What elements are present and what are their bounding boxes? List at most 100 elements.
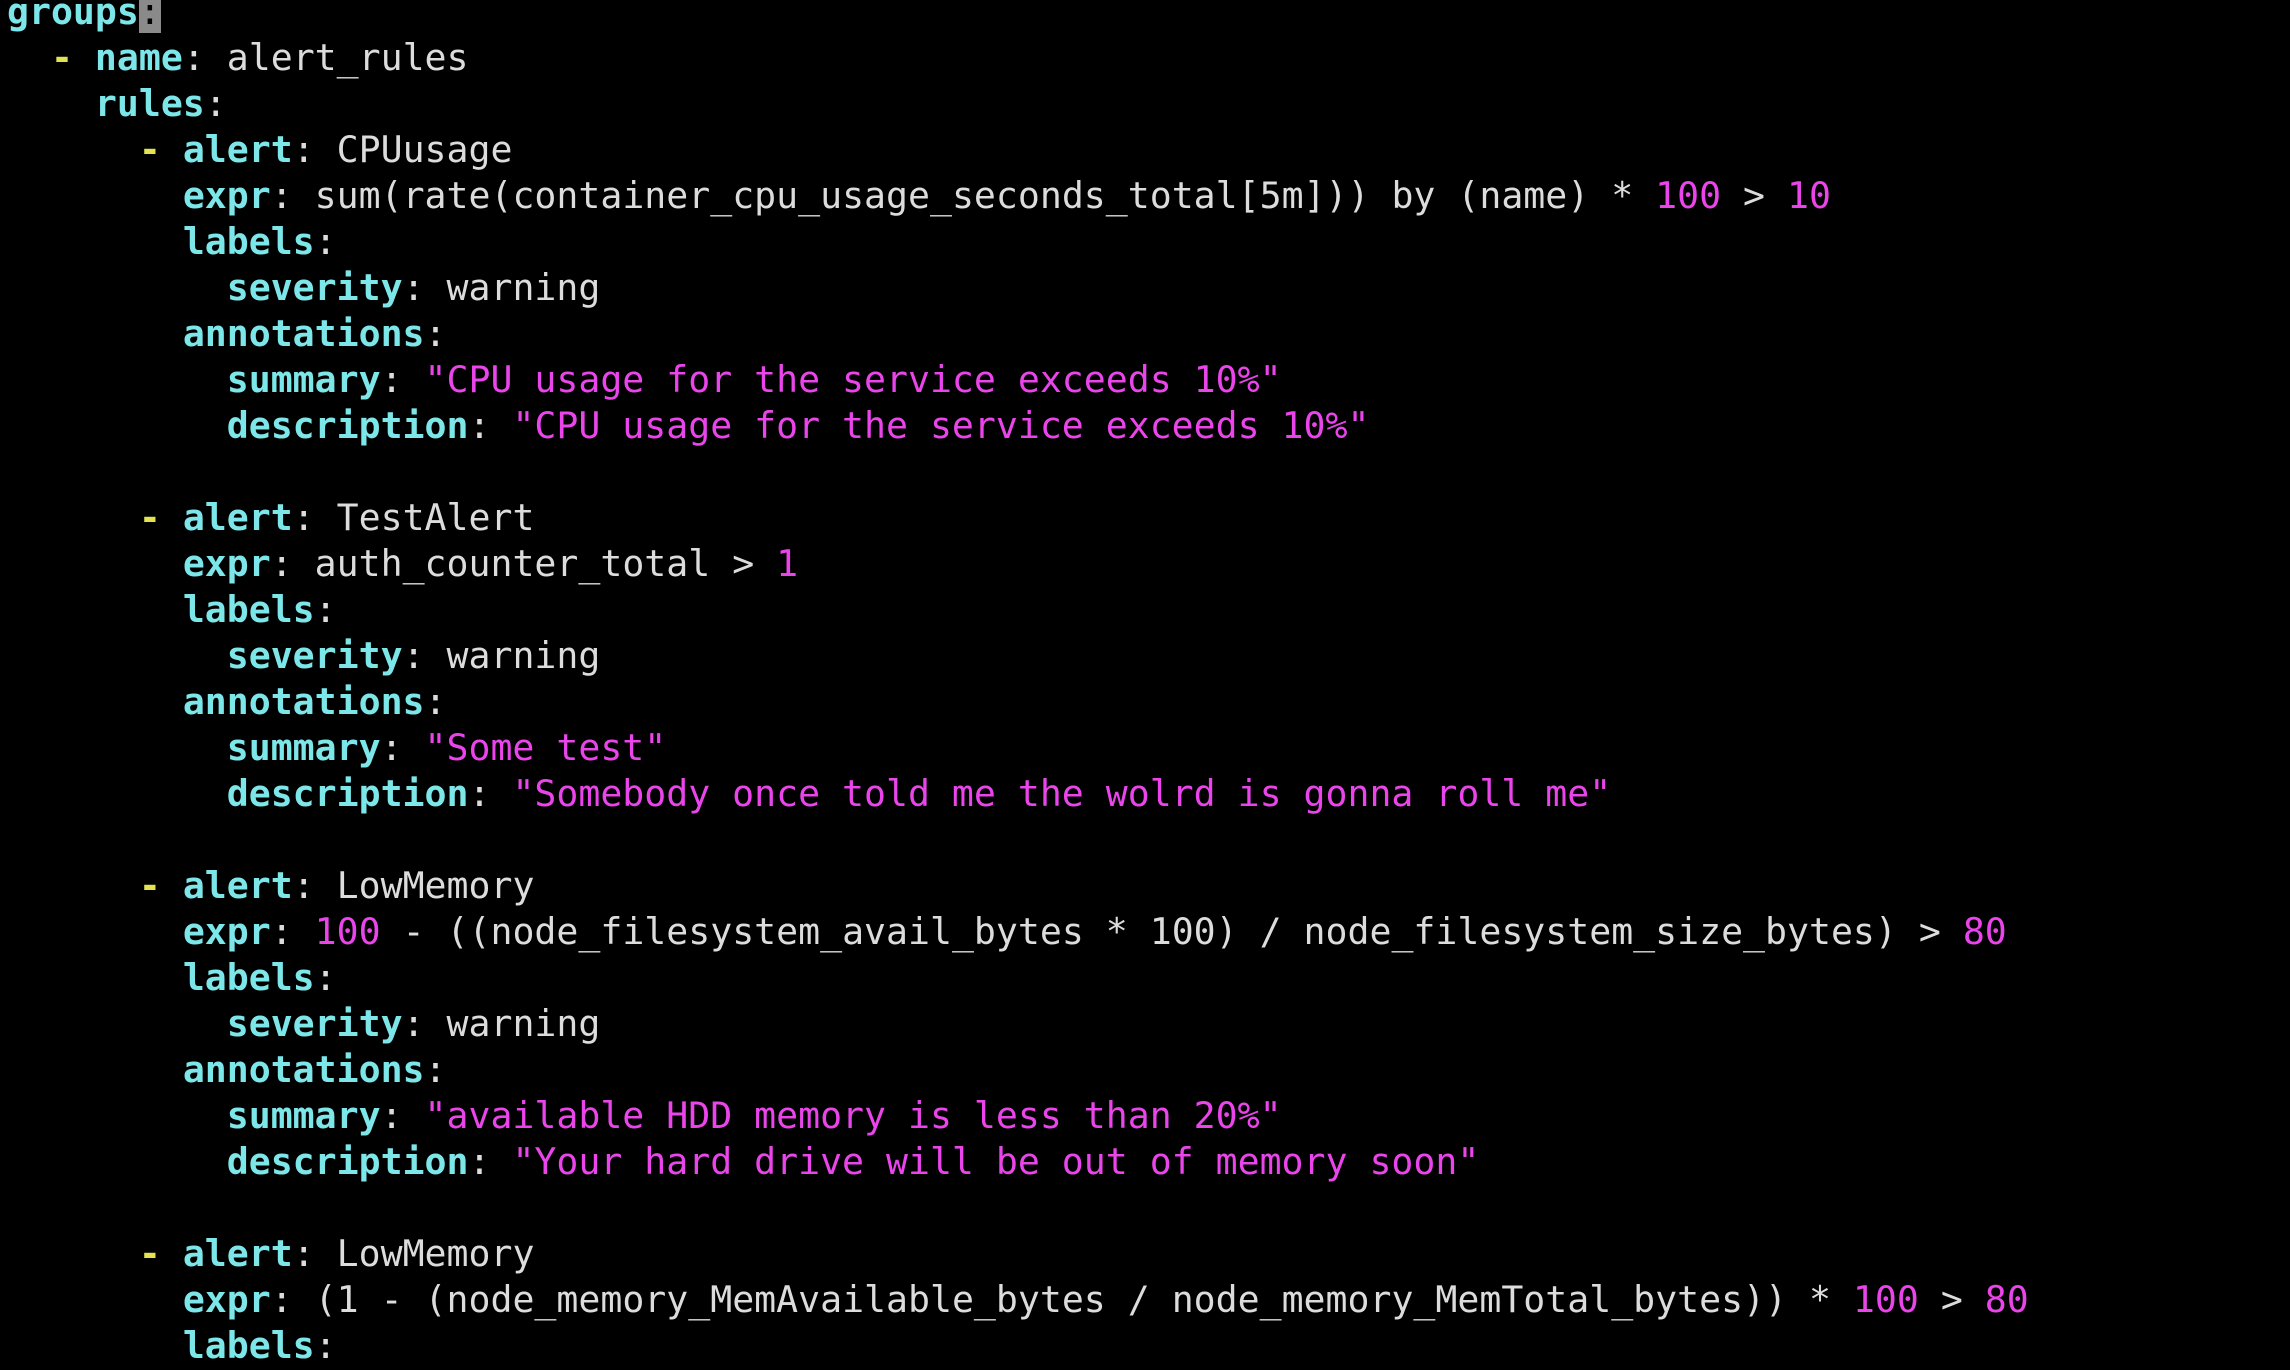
yaml-key: expr <box>182 1278 271 1321</box>
text-cursor: : <box>138 0 161 33</box>
key-separator: : <box>270 1278 315 1321</box>
yaml-key: labels <box>182 956 315 999</box>
string-value: "Somebody once told me the wolrd is gonn… <box>512 772 1612 815</box>
code-line[interactable]: labels: <box>7 219 337 265</box>
code-line[interactable]: - alert: LowMemory <box>7 863 535 909</box>
yaml-key: name <box>94 36 183 79</box>
code-line[interactable]: annotations: <box>7 311 447 357</box>
plain-value: > <box>1918 1278 1985 1321</box>
code-line[interactable]: - name: alert_rules <box>7 35 469 81</box>
yaml-key: description <box>226 1140 469 1183</box>
number-token: 100 <box>1852 1278 1919 1321</box>
yaml-key: summary <box>226 358 381 401</box>
yaml-key: annotations <box>182 312 425 355</box>
code-line[interactable]: annotations: <box>7 679 447 725</box>
yaml-key: alert <box>182 864 293 907</box>
code-line[interactable]: severity: warning <box>7 633 601 679</box>
code-line[interactable]: expr: (1 - (node_memory_MemAvailable_byt… <box>7 1277 2029 1323</box>
code-line[interactable]: - alert: LowMemory <box>7 1231 535 1277</box>
key-separator: : <box>468 1140 513 1183</box>
yaml-key: labels <box>182 588 315 631</box>
yaml-key: alert <box>182 496 293 539</box>
code-line[interactable]: description: "CPU usage for the service … <box>7 403 1370 449</box>
yaml-key: summary <box>226 726 381 769</box>
key-separator: : <box>380 358 425 401</box>
code-line[interactable]: groups: <box>7 0 161 35</box>
yaml-key: labels <box>182 220 315 263</box>
number-token: 10 <box>1787 174 1831 217</box>
terminal-editor[interactable]: groups: - name: alert_rules rules: - ale… <box>0 0 2290 1370</box>
plain-value: alert_rules <box>226 36 469 79</box>
code-line[interactable]: rules: <box>7 81 227 127</box>
code-line[interactable]: summary: "available HDD memory is less t… <box>7 1093 1282 1139</box>
list-dash: - <box>50 36 95 79</box>
code-line[interactable]: summary: "CPU usage for the service exce… <box>7 357 1282 403</box>
code-line[interactable]: severity: warning <box>7 1001 601 1047</box>
key-separator: : <box>292 864 337 907</box>
key-separator: : <box>424 312 447 355</box>
code-line[interactable]: - alert: TestAlert <box>7 495 535 541</box>
code-line[interactable]: expr: auth_counter_total > 1 <box>7 541 798 587</box>
code-line[interactable]: severity: warning <box>7 265 601 311</box>
key-separator: : <box>402 1002 447 1045</box>
code-line[interactable]: expr: 100 - ((node_filesystem_avail_byte… <box>7 909 2007 955</box>
code-line[interactable]: description: "Your hard drive will be ou… <box>7 1139 1480 1185</box>
number-token: 80 <box>1984 1278 2029 1321</box>
plain-value: warning <box>446 266 601 309</box>
string-value: "CPU usage for the service exceeds 10%" <box>424 358 1282 401</box>
key-separator: : <box>402 634 447 677</box>
code-line[interactable]: description: "Somebody once told me the … <box>7 771 1611 817</box>
yaml-key: labels <box>182 1324 315 1367</box>
yaml-key: alert <box>182 1232 293 1275</box>
number-token: 100 <box>1655 174 1722 217</box>
key-separator: : <box>270 910 315 953</box>
yaml-key: groups <box>7 0 139 33</box>
code-line[interactable]: labels: <box>7 587 337 633</box>
key-separator: : <box>314 1324 337 1367</box>
code-line[interactable]: labels: <box>7 1323 337 1369</box>
plain-value: TestAlert <box>336 496 535 539</box>
plain-value: LowMemory <box>336 1232 535 1275</box>
yaml-key: severity <box>226 634 403 677</box>
list-dash: - <box>138 1232 183 1275</box>
key-separator: : <box>314 220 337 263</box>
plain-value: - ((node_filesystem_avail_bytes * 100) /… <box>380 910 1963 953</box>
code-line[interactable]: annotations: <box>7 1047 447 1093</box>
number-token: 80 <box>1962 910 2007 953</box>
code-line[interactable]: - alert: CPUusage <box>7 127 513 173</box>
code-line[interactable]: summary: "Some test" <box>7 725 667 771</box>
plain-value: warning <box>446 1002 601 1045</box>
code-line[interactable]: expr: sum(rate(container_cpu_usage_secon… <box>7 173 1831 219</box>
key-separator: : <box>380 726 425 769</box>
plain-value: warning <box>446 634 601 677</box>
key-separator: : <box>424 680 447 723</box>
plain-value: LowMemory <box>336 864 535 907</box>
key-separator: : <box>270 542 315 585</box>
key-separator: : <box>204 82 227 125</box>
string-value: "Some test" <box>424 726 667 769</box>
key-separator: : <box>292 496 337 539</box>
number-token: 1 <box>776 542 799 585</box>
key-separator: : <box>402 266 447 309</box>
key-separator: : <box>424 1048 447 1091</box>
key-separator: : <box>314 956 337 999</box>
code-line[interactable]: labels: <box>7 955 337 1001</box>
key-separator: : <box>292 1232 337 1275</box>
